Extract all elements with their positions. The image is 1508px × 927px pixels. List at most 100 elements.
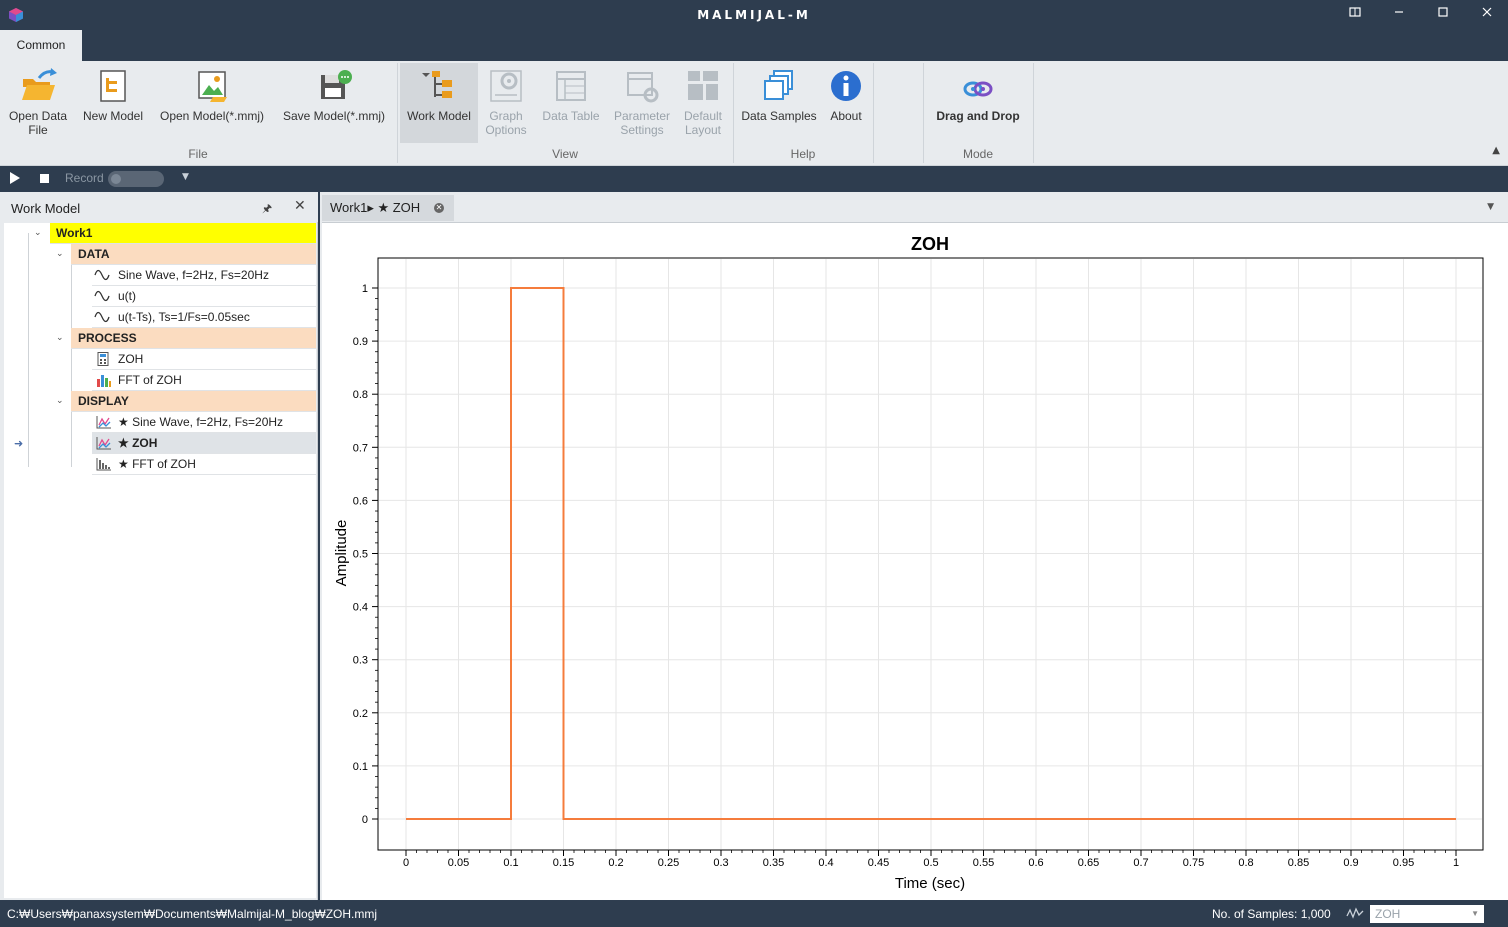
tree-item-data[interactable]: u(t-Ts), Ts=1/Fs=0.05sec	[92, 307, 316, 328]
file-path: C:₩Users₩panaxsystem₩Documents₩Malmijal-…	[7, 907, 378, 921]
tab-common[interactable]: Common	[0, 30, 82, 61]
y-axis-label: Amplitude	[333, 520, 350, 587]
bar-chart-icon	[97, 375, 111, 387]
group-label-mode: Mode	[962, 147, 994, 161]
category-label: DISPLAY	[78, 394, 129, 408]
new-model-label: New Model	[82, 109, 144, 123]
x-tick-label: 0	[403, 857, 409, 869]
work-model-tree: ⌄ Work1 ⌄ DATA Sine Wave, f=2Hz, Fs=20Hz…	[4, 223, 316, 898]
tree-item-process[interactable]: FFT of ZOH	[92, 370, 316, 391]
item-label: ★ FFT of ZOH	[118, 457, 196, 471]
minimize-icon[interactable]	[1390, 6, 1408, 24]
zoh-chart[interactable]: ZOH 0 0.05 0.1 0.15 0.2 0.25 0.3 0.35 0.4 0.45 0.5…	[322, 223, 1508, 901]
y-tick-label: 0	[362, 814, 368, 826]
record-toggle[interactable]	[108, 171, 164, 187]
chevron-down-icon[interactable]: ▼	[182, 172, 189, 182]
maximize-icon[interactable]	[1434, 6, 1452, 24]
tree-item-data[interactable]: u(t)	[92, 286, 316, 307]
pin-icon[interactable]: 🖈	[262, 200, 272, 219]
graph-options-label: Graph Options	[485, 109, 527, 137]
graph-options-button[interactable]: Graph Options	[480, 63, 532, 143]
plot-frame: ZOH 0 0.05 0.1 0.15 0.2 0.25 0.3 0.35 0.4 0.45 0.5…	[322, 222, 1508, 900]
save-icon	[321, 70, 352, 99]
x-tick-label: 0.95	[1393, 857, 1414, 869]
table-icon	[556, 71, 586, 101]
x-tick-label: 0.15	[553, 857, 574, 869]
samples-icon	[764, 70, 793, 100]
x-tick-label: 0.35	[763, 857, 784, 869]
close-tab-icon[interactable]: ✕	[434, 203, 444, 213]
x-tick-label: 0.75	[1183, 857, 1204, 869]
close-icon[interactable]	[1478, 6, 1496, 24]
about-button[interactable]: About	[824, 63, 868, 143]
collapse-icon[interactable]: ⌄	[34, 228, 42, 238]
x-tick-label: 1	[1453, 857, 1459, 869]
close-panel-icon[interactable]: ✕	[294, 198, 306, 214]
save-model-button[interactable]: Save Model(*.mmj)	[276, 63, 392, 143]
waveform-icon	[1346, 907, 1364, 919]
default-layout-button[interactable]: Default Layout	[678, 63, 728, 143]
x-tick-label: 0.05	[448, 857, 469, 869]
open-folder-icon	[22, 68, 57, 100]
tree-item-display[interactable]: ★ FFT of ZOH	[92, 454, 316, 475]
ribbon-tab-strip: Common	[0, 30, 1508, 61]
tree-item-display[interactable]: ★ Sine Wave, f=2Hz, Fs=20Hz	[92, 412, 316, 433]
play-icon[interactable]	[10, 172, 20, 184]
x-tick-label: 0.45	[868, 857, 889, 869]
item-label: ★ ZOH	[118, 436, 158, 450]
record-toolbar: Record ▼	[0, 166, 1508, 191]
line-chart-icon	[96, 416, 111, 429]
sample-count: No. of Samples: 1,000	[1212, 907, 1331, 921]
x-axis: 0 0.05 0.1 0.15 0.2 0.25 0.3 0.35 0.4 0.45 0.5 0.55…	[403, 850, 1459, 869]
ribbon: Open Data File New Model Open Model(*.mm…	[0, 61, 1508, 166]
open-model-button[interactable]: Open Model(*.mmj)	[154, 63, 270, 143]
wave-icon	[94, 290, 110, 302]
item-label: Sine Wave, f=2Hz, Fs=20Hz	[118, 268, 269, 282]
category-label: PROCESS	[78, 331, 137, 345]
info-icon	[831, 71, 861, 101]
tree-category-process[interactable]: PROCESS	[71, 328, 316, 349]
open-data-file-label: Open Data File	[8, 109, 68, 137]
document-tab-label: Work1▸ ★ ZOH	[330, 200, 421, 215]
open-data-file-button[interactable]: Open Data File	[4, 63, 72, 143]
open-model-label: Open Model(*.mmj)	[159, 109, 265, 123]
new-model-icon	[100, 70, 126, 102]
new-model-button[interactable]: New Model	[78, 63, 148, 143]
panel-title: Work Model	[11, 201, 81, 216]
series-select[interactable]: ZOH ▼	[1370, 905, 1484, 923]
y-tick-label: 0.2	[353, 708, 368, 720]
group-label-help: Help	[790, 147, 816, 161]
item-label: u(t)	[118, 289, 136, 303]
spectrum-icon	[96, 458, 111, 471]
tree-item-data[interactable]: Sine Wave, f=2Hz, Fs=20Hz	[92, 265, 316, 286]
drag-and-drop-button[interactable]: Drag and Drop	[928, 63, 1028, 143]
collapse-icon[interactable]: ⌄	[56, 249, 64, 259]
wave-icon	[94, 269, 110, 281]
item-label: ★ Sine Wave, f=2Hz, Fs=20Hz	[118, 415, 284, 429]
y-tick-label: 0.1	[353, 761, 368, 773]
y-tick-label: 0.9	[353, 336, 368, 348]
app-title: MALMIJAL-M	[697, 8, 811, 22]
stop-icon[interactable]	[40, 174, 49, 183]
layout-icon	[688, 71, 718, 100]
chevron-down-icon[interactable]: ▼	[1487, 202, 1494, 212]
work-model-button[interactable]: Work Model	[400, 63, 478, 143]
tree-item-process[interactable]: ZOH	[92, 349, 316, 370]
data-table-button[interactable]: Data Table	[538, 63, 604, 143]
tree-item-display-selected[interactable]: ★ ZOH	[92, 433, 316, 454]
tree-category-data[interactable]: DATA	[71, 244, 316, 265]
data-samples-label: Data Samples	[741, 109, 817, 123]
tree-root-work1[interactable]: Work1	[50, 223, 316, 244]
parameter-settings-label: Parameter Settings	[613, 109, 671, 137]
data-samples-button[interactable]: Data Samples	[738, 63, 820, 143]
document-tab-zoh[interactable]: Work1▸ ★ ZOH ✕	[322, 195, 454, 221]
y-tick-label: 0.4	[353, 602, 368, 614]
open-model-icon	[198, 71, 227, 102]
collapse-icon[interactable]: ⌄	[56, 396, 64, 406]
parameter-settings-button[interactable]: Parameter Settings	[610, 63, 674, 143]
ribbon-collapse-icon[interactable]: ▲	[1492, 145, 1500, 156]
tree-category-display[interactable]: DISPLAY	[71, 391, 316, 412]
collapse-icon[interactable]: ⌄	[56, 333, 64, 343]
y-tick-label: 0.7	[353, 442, 368, 454]
restore-layout-icon[interactable]	[1346, 6, 1364, 24]
